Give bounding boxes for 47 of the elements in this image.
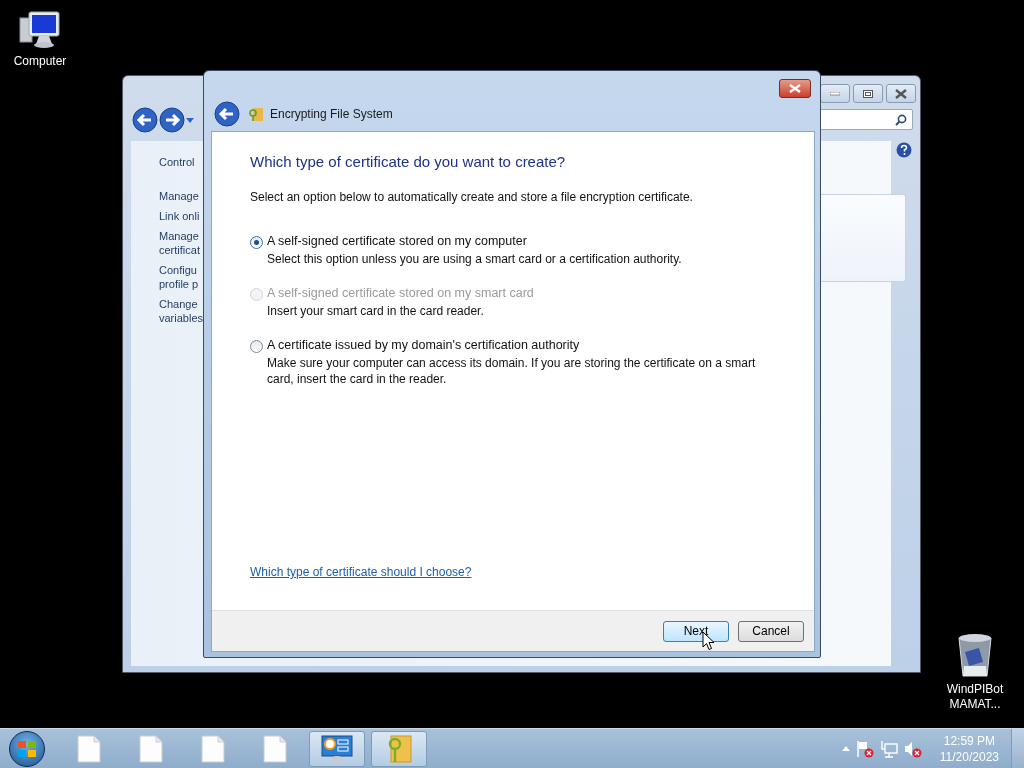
- forward-icon[interactable]: [159, 107, 185, 133]
- back-icon[interactable]: [214, 101, 240, 127]
- option-label[interactable]: A self-signed certificate stored on my computer: [267, 234, 682, 248]
- flag-icon[interactable]: [855, 739, 874, 758]
- document-icon: [263, 734, 287, 763]
- radio-button[interactable]: [250, 236, 263, 249]
- document-icon: [201, 734, 225, 763]
- recycle-bin-icon[interactable]: [955, 632, 995, 678]
- control-panel-icon: [321, 734, 353, 763]
- caret-icon[interactable]: [186, 117, 194, 123]
- computer-icon[interactable]: [17, 10, 63, 50]
- sidebar-link[interactable]: Configu profile p: [159, 263, 199, 291]
- search-icon: [895, 113, 907, 126]
- desktop-icon-label[interactable]: WindPIBot MAMAT...: [946, 682, 1004, 712]
- back-icon[interactable]: [132, 107, 158, 133]
- sidebar-link[interactable]: Manage: [159, 189, 199, 203]
- sidebar-link[interactable]: Manage certificat: [159, 229, 200, 257]
- minimize-button[interactable]: [820, 84, 850, 103]
- radio-button[interactable]: [250, 340, 263, 353]
- instruction-text: Select an option below to automatically create and store a file encryption certificate.: [250, 190, 694, 204]
- next-button[interactable]: Next: [663, 620, 729, 642]
- close-button[interactable]: [886, 84, 916, 103]
- document-icon: [77, 734, 101, 763]
- cancel-button[interactable]: Cancel: [738, 620, 804, 642]
- help-icon[interactable]: [896, 142, 912, 158]
- maximize-button[interactable]: [853, 84, 883, 103]
- close-button[interactable]: [779, 79, 811, 98]
- page-heading: Which type of certificate do you want to create?: [250, 153, 567, 170]
- option-description: Make sure your computer can access its domain. If you are storing the certificate on a smart card, insert the card in the reader.: [267, 355, 757, 387]
- close-icon: [789, 84, 801, 93]
- sidebar-link[interactable]: Change variables: [159, 297, 204, 325]
- desktop-icon-label[interactable]: Computer: [13, 54, 67, 69]
- sidebar-link[interactable]: Link onli: [159, 209, 200, 223]
- option-label[interactable]: A certificate issued by my domain's certification authority: [267, 338, 767, 352]
- option-description: Insert your smart card in the card reader.: [267, 303, 485, 319]
- window-title: Encrypting File System: [270, 107, 393, 121]
- option-description: Select this option unless you are using a smart card or a certification authority.: [267, 251, 682, 267]
- maximize-icon: [863, 89, 873, 98]
- sidebar-link[interactable]: Control: [159, 155, 195, 169]
- windows-flag-icon: [17, 739, 37, 758]
- control-panel-taskbar-button[interactable]: [309, 730, 365, 767]
- close-icon: [895, 88, 907, 99]
- document-icon: [139, 734, 163, 763]
- minimize-icon: [830, 91, 840, 96]
- folder-key-icon: [248, 106, 264, 122]
- help-link[interactable]: Which type of certificate should I choose?: [250, 565, 472, 579]
- start-button[interactable]: [9, 730, 45, 767]
